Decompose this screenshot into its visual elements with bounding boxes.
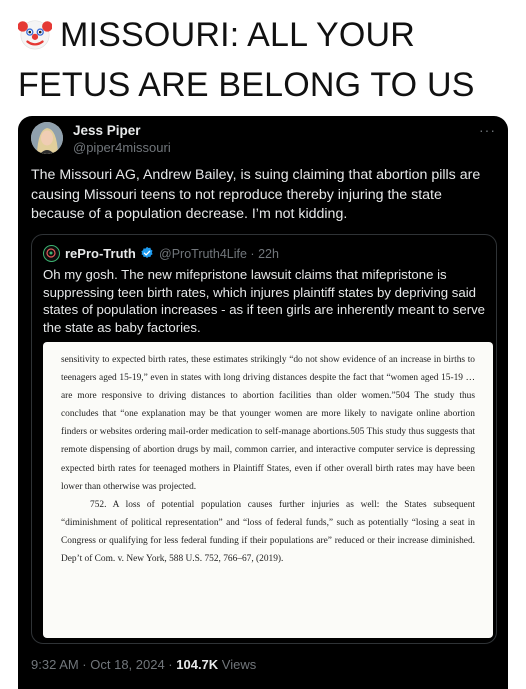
quoted-author-avatar[interactable] — [43, 245, 60, 262]
quoted-tweet[interactable]: rePro-Truth @ProTruth4Life · 22h Oh my g… — [31, 234, 497, 644]
views-count: 104.7K — [176, 657, 219, 672]
quoted-tweet-text: Oh my gosh. The new mifepristone lawsuit… — [43, 267, 486, 335]
tweet-time[interactable]: 9:32 AM · Oct 18, 2024 · — [31, 657, 176, 672]
more-options-icon[interactable]: ··· — [479, 122, 496, 138]
tweet-card: Jess Piper @piper4missouri ··· The Misso… — [18, 116, 508, 689]
quoted-author-name[interactable]: rePro-Truth — [65, 246, 136, 261]
tweet-text: The Missouri AG, Andrew Bailey, is suing… — [31, 167, 481, 222]
document-paragraph: sensitivity to expected birth rates, the… — [61, 355, 475, 492]
author-avatar[interactable] — [31, 122, 63, 154]
post-headline: MISSOURI: ALL YOUR FETUS ARE BELONG TO U… — [18, 10, 518, 110]
views-label: Views — [218, 657, 257, 672]
document-excerpt-image[interactable]: sensitivity to expected birth rates, the… — [43, 342, 493, 638]
tweet-timestamp: 9:32 AM · Oct 18, 2024 · 104.7K Views — [31, 657, 256, 672]
avatar-photo-icon — [31, 122, 63, 154]
headline-text: MISSOURI: ALL YOUR FETUS ARE BELONG TO U… — [18, 16, 475, 104]
author-name[interactable]: Jess Piper — [73, 123, 141, 138]
protruth-logo-icon — [46, 248, 56, 258]
quoted-handle-time[interactable]: @ProTruth4Life · 22h — [159, 247, 279, 261]
verified-badge-icon — [141, 246, 153, 258]
clown-face-icon — [18, 20, 52, 50]
document-paragraph: 752. A loss of potential population caus… — [61, 499, 475, 565]
author-handle[interactable]: @piper4missouri — [73, 140, 171, 155]
